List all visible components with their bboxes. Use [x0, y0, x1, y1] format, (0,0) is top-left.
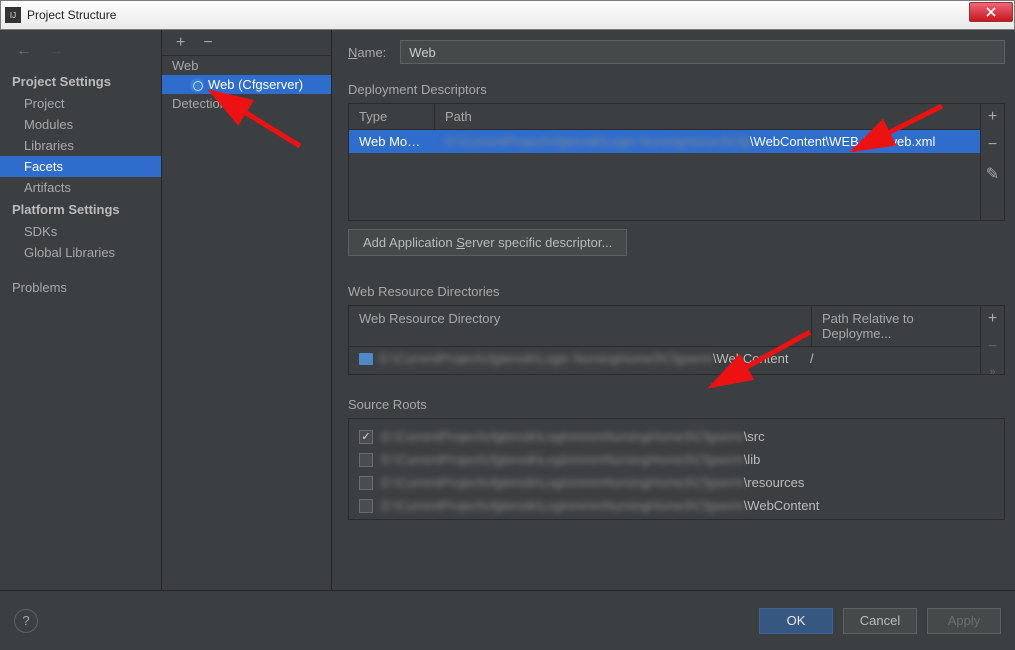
tree-item-web-cfgserver[interactable]: Web (Cfgserver) — [162, 75, 331, 94]
main-panel: Name: Deployment Descriptors Type Path W… — [332, 30, 1015, 590]
web-facet-icon — [190, 78, 204, 92]
source-root-row[interactable]: ✓ D:\CurrentProject\cfgtensik\LoginmmmNu… — [359, 425, 994, 448]
expand-resource-button[interactable]: » — [989, 366, 995, 378]
sidebar-item-project[interactable]: Project — [0, 93, 161, 114]
tree-item-detection[interactable]: Detection — [162, 94, 331, 113]
dialog-footer: ? OK Cancel Apply — [0, 590, 1015, 650]
col-type[interactable]: Type — [349, 104, 435, 129]
resource-relative: / — [810, 351, 970, 366]
col-path[interactable]: Path — [435, 104, 980, 129]
checkbox[interactable] — [359, 499, 373, 513]
close-button[interactable] — [969, 2, 1013, 22]
sidebar-item-sdks[interactable]: SDKs — [0, 221, 161, 242]
descriptor-path: D:\CurrentProject\cfgtensik\Login Nursin… — [435, 130, 980, 153]
resource-row[interactable]: D:\CurrentProject\cfgtensik\Login Nursin… — [349, 347, 980, 370]
checkbox[interactable]: ✓ — [359, 430, 373, 444]
source-root-row[interactable]: D:\CurrentProject\cfgtensik\LoginmmmNurs… — [359, 471, 994, 494]
add-button[interactable]: + — [176, 34, 185, 52]
tree-item-label: Web (Cfgserver) — [208, 77, 303, 92]
section-project-settings: Project Settings — [0, 70, 161, 93]
source-root-path: D:\CurrentProject\cfgtensik\LoginmmmNurs… — [381, 429, 765, 444]
descriptor-row[interactable]: Web Modul... D:\CurrentProject\cfgtensik… — [349, 130, 980, 153]
forward-arrow-icon[interactable]: → — [48, 42, 64, 60]
remove-descriptor-button[interactable]: − — [988, 136, 997, 154]
resource-dir: D:\CurrentProject\cfgtensik\Login Nursin… — [379, 351, 804, 366]
source-roots-label: Source Roots — [348, 397, 1005, 412]
remove-button[interactable]: − — [203, 34, 212, 52]
checkbox[interactable] — [359, 453, 373, 467]
sidebar-item-problems[interactable]: Problems — [0, 277, 161, 298]
apply-button[interactable]: Apply — [927, 608, 1001, 634]
sidebar: ← → Project Settings Project Modules Lib… — [0, 30, 162, 590]
remove-resource-button[interactable]: − — [988, 338, 997, 356]
add-descriptor-button[interactable]: + — [988, 108, 997, 126]
facet-tree: + − Web Web (Cfgserver) Detection — [162, 30, 332, 590]
sidebar-item-facets[interactable]: Facets — [0, 156, 161, 177]
add-resource-button[interactable]: + — [988, 310, 997, 328]
deployment-descriptors-label: Deployment Descriptors — [348, 82, 1005, 97]
source-root-path: D:\CurrentProject\cfgtensik\LoginmmmNurs… — [381, 475, 804, 490]
col-path-relative[interactable]: Path Relative to Deployme... — [812, 306, 980, 346]
source-roots-box: ✓ D:\CurrentProject\cfgtensik\LoginmmmNu… — [348, 418, 1005, 520]
add-server-descriptor-button[interactable]: Add Application Server specific descript… — [348, 229, 627, 256]
descriptor-type: Web Modul... — [349, 130, 435, 153]
source-root-path: D:\CurrentProject\cfgtensik\LoginmmmNurs… — [381, 498, 819, 513]
source-root-row[interactable]: D:\CurrentProject\cfgtensik\LoginmmmNurs… — [359, 448, 994, 471]
sidebar-item-libraries[interactable]: Libraries — [0, 135, 161, 156]
ok-button[interactable]: OK — [759, 608, 833, 634]
help-button[interactable]: ? — [14, 609, 38, 633]
sidebar-item-modules[interactable]: Modules — [0, 114, 161, 135]
sidebar-item-global-libraries[interactable]: Global Libraries — [0, 242, 161, 263]
cancel-button[interactable]: Cancel — [843, 608, 917, 634]
folder-icon — [359, 353, 373, 365]
source-root-path: D:\CurrentProject\cfgtensik\LoginmmmNurs… — [381, 452, 760, 467]
sidebar-item-artifacts[interactable]: Artifacts — [0, 177, 161, 198]
name-input[interactable] — [400, 40, 1005, 64]
name-label: Name: — [348, 45, 386, 60]
checkbox[interactable] — [359, 476, 373, 490]
source-root-row[interactable]: D:\CurrentProject\cfgtensik\LoginmmmNurs… — [359, 494, 994, 517]
titlebar: IJ Project Structure — [0, 0, 1015, 30]
col-web-resource-dir[interactable]: Web Resource Directory — [349, 306, 812, 346]
section-platform-settings: Platform Settings — [0, 198, 161, 221]
edit-descriptor-button[interactable]: ✎ — [986, 164, 999, 184]
window-title: Project Structure — [27, 8, 116, 22]
back-arrow-icon[interactable]: ← — [16, 42, 32, 60]
close-icon — [986, 7, 996, 17]
web-resource-dirs-label: Web Resource Directories — [348, 284, 1005, 299]
app-icon: IJ — [5, 7, 21, 23]
tree-item-web[interactable]: Web — [162, 56, 331, 75]
